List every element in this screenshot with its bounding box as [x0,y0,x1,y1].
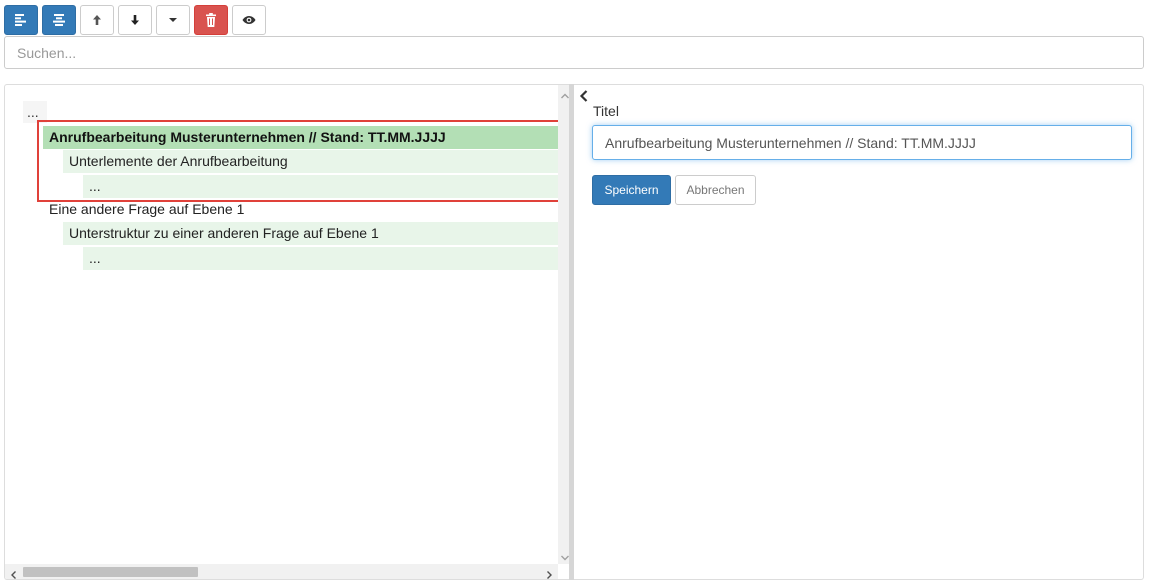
move-down-button[interactable] [118,5,152,35]
align-left-button[interactable] [4,5,38,35]
editor-panel: Titel Speichern Abbrechen [574,84,1144,580]
caret-down-icon [168,17,178,23]
tree-node-level-3[interactable]: ... [83,175,558,198]
chevron-left-icon[interactable] [578,89,590,103]
tree-node-level-1[interactable]: Eine andere Frage auf Ebene 1 [43,198,558,221]
tree-root-ellipsis[interactable]: ... [23,101,47,123]
search-input[interactable] [4,36,1144,69]
tree-node-level-2[interactable]: Unterstruktur zu einer anderen Frage auf… [63,222,558,245]
horizontal-scrollbar[interactable] [5,564,558,579]
align-center-icon [52,14,66,26]
move-up-button[interactable] [80,5,114,35]
arrow-up-icon [91,14,103,26]
title-field-label: Titel [593,103,619,119]
delete-button[interactable] [194,5,228,35]
scroll-right-icon[interactable] [544,567,554,579]
horizontal-scroll-thumb[interactable] [23,567,198,577]
arrow-down-icon [129,14,141,26]
tree-node-level-2[interactable]: Unterlemente der Anrufbearbeitung [63,150,558,173]
eye-icon [242,15,256,25]
trash-icon [205,13,217,27]
tree-node-level-1[interactable]: Anrufbearbeitung Musterunternehmen // St… [43,126,558,149]
dropdown-button[interactable] [156,5,190,35]
save-button[interactable]: Speichern [592,175,671,205]
scroll-left-icon[interactable] [9,567,19,579]
toolbar [4,5,270,35]
align-center-button[interactable] [42,5,76,35]
preview-button[interactable] [232,5,266,35]
cancel-button[interactable]: Abbrechen [675,175,756,205]
tree-node-level-3[interactable]: ... [83,247,558,270]
title-input[interactable] [592,125,1132,160]
align-left-icon [14,14,28,26]
tree-panel: ... Anrufbearbeitung Musterunternehmen /… [4,84,571,580]
